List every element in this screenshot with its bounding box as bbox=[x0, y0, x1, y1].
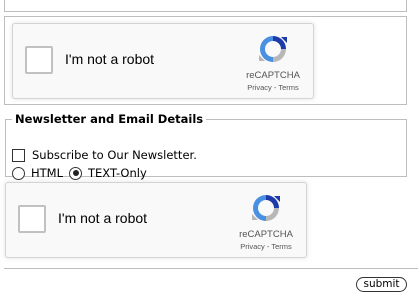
recaptcha-label-1: I'm not a robot bbox=[65, 51, 155, 67]
recaptcha-brand-2: reCAPTCHA bbox=[239, 229, 293, 240]
radio-html[interactable] bbox=[12, 166, 25, 180]
newsletter-legend: Newsletter and Email Details bbox=[15, 112, 204, 126]
recaptcha-terms-link[interactable]: Terms bbox=[278, 83, 298, 92]
submit-button[interactable]: submit bbox=[356, 277, 407, 292]
radio-html-label: HTML bbox=[31, 166, 64, 180]
recaptcha-widget-2: I'm not a robot reCAPTCHA Privacy - Term… bbox=[5, 182, 307, 258]
recaptcha-widget-1: I'm not a robot reCAPTCHA Privacy - Term… bbox=[12, 23, 314, 99]
subscribe-row: Subscribe to Our Newsletter. bbox=[12, 148, 197, 162]
subscribe-checkbox[interactable] bbox=[12, 148, 25, 162]
captcha-section-1: I'm not a robot reCAPTCHA Privacy - Term… bbox=[4, 16, 407, 105]
form-divider bbox=[4, 268, 418, 269]
recaptcha-brand-1: reCAPTCHA bbox=[246, 70, 300, 81]
recaptcha-terms-link[interactable]: Terms bbox=[271, 242, 291, 251]
subscribe-label: Subscribe to Our Newsletter. bbox=[32, 148, 197, 162]
newsletter-fieldset: Newsletter and Email Details Subscribe t… bbox=[5, 112, 407, 180]
format-radio-group: HTML TEXT-Only bbox=[12, 166, 153, 180]
recaptcha-logo-icon bbox=[259, 36, 287, 62]
recaptcha-links-1: Privacy - Terms bbox=[223, 83, 323, 92]
recaptcha-privacy-link[interactable]: Privacy bbox=[247, 83, 272, 92]
recaptcha-links-2: Privacy - Terms bbox=[216, 242, 316, 251]
previous-section-frame bbox=[4, 0, 407, 12]
recaptcha-checkbox-2[interactable] bbox=[18, 205, 46, 233]
recaptcha-privacy-link[interactable]: Privacy bbox=[240, 242, 265, 251]
recaptcha-checkbox-1[interactable] bbox=[25, 46, 53, 74]
radio-text-only-label: TEXT-Only bbox=[88, 166, 147, 180]
recaptcha-label-2: I'm not a robot bbox=[58, 210, 148, 226]
radio-text-only[interactable] bbox=[69, 166, 83, 180]
recaptcha-logo-icon bbox=[252, 195, 280, 221]
